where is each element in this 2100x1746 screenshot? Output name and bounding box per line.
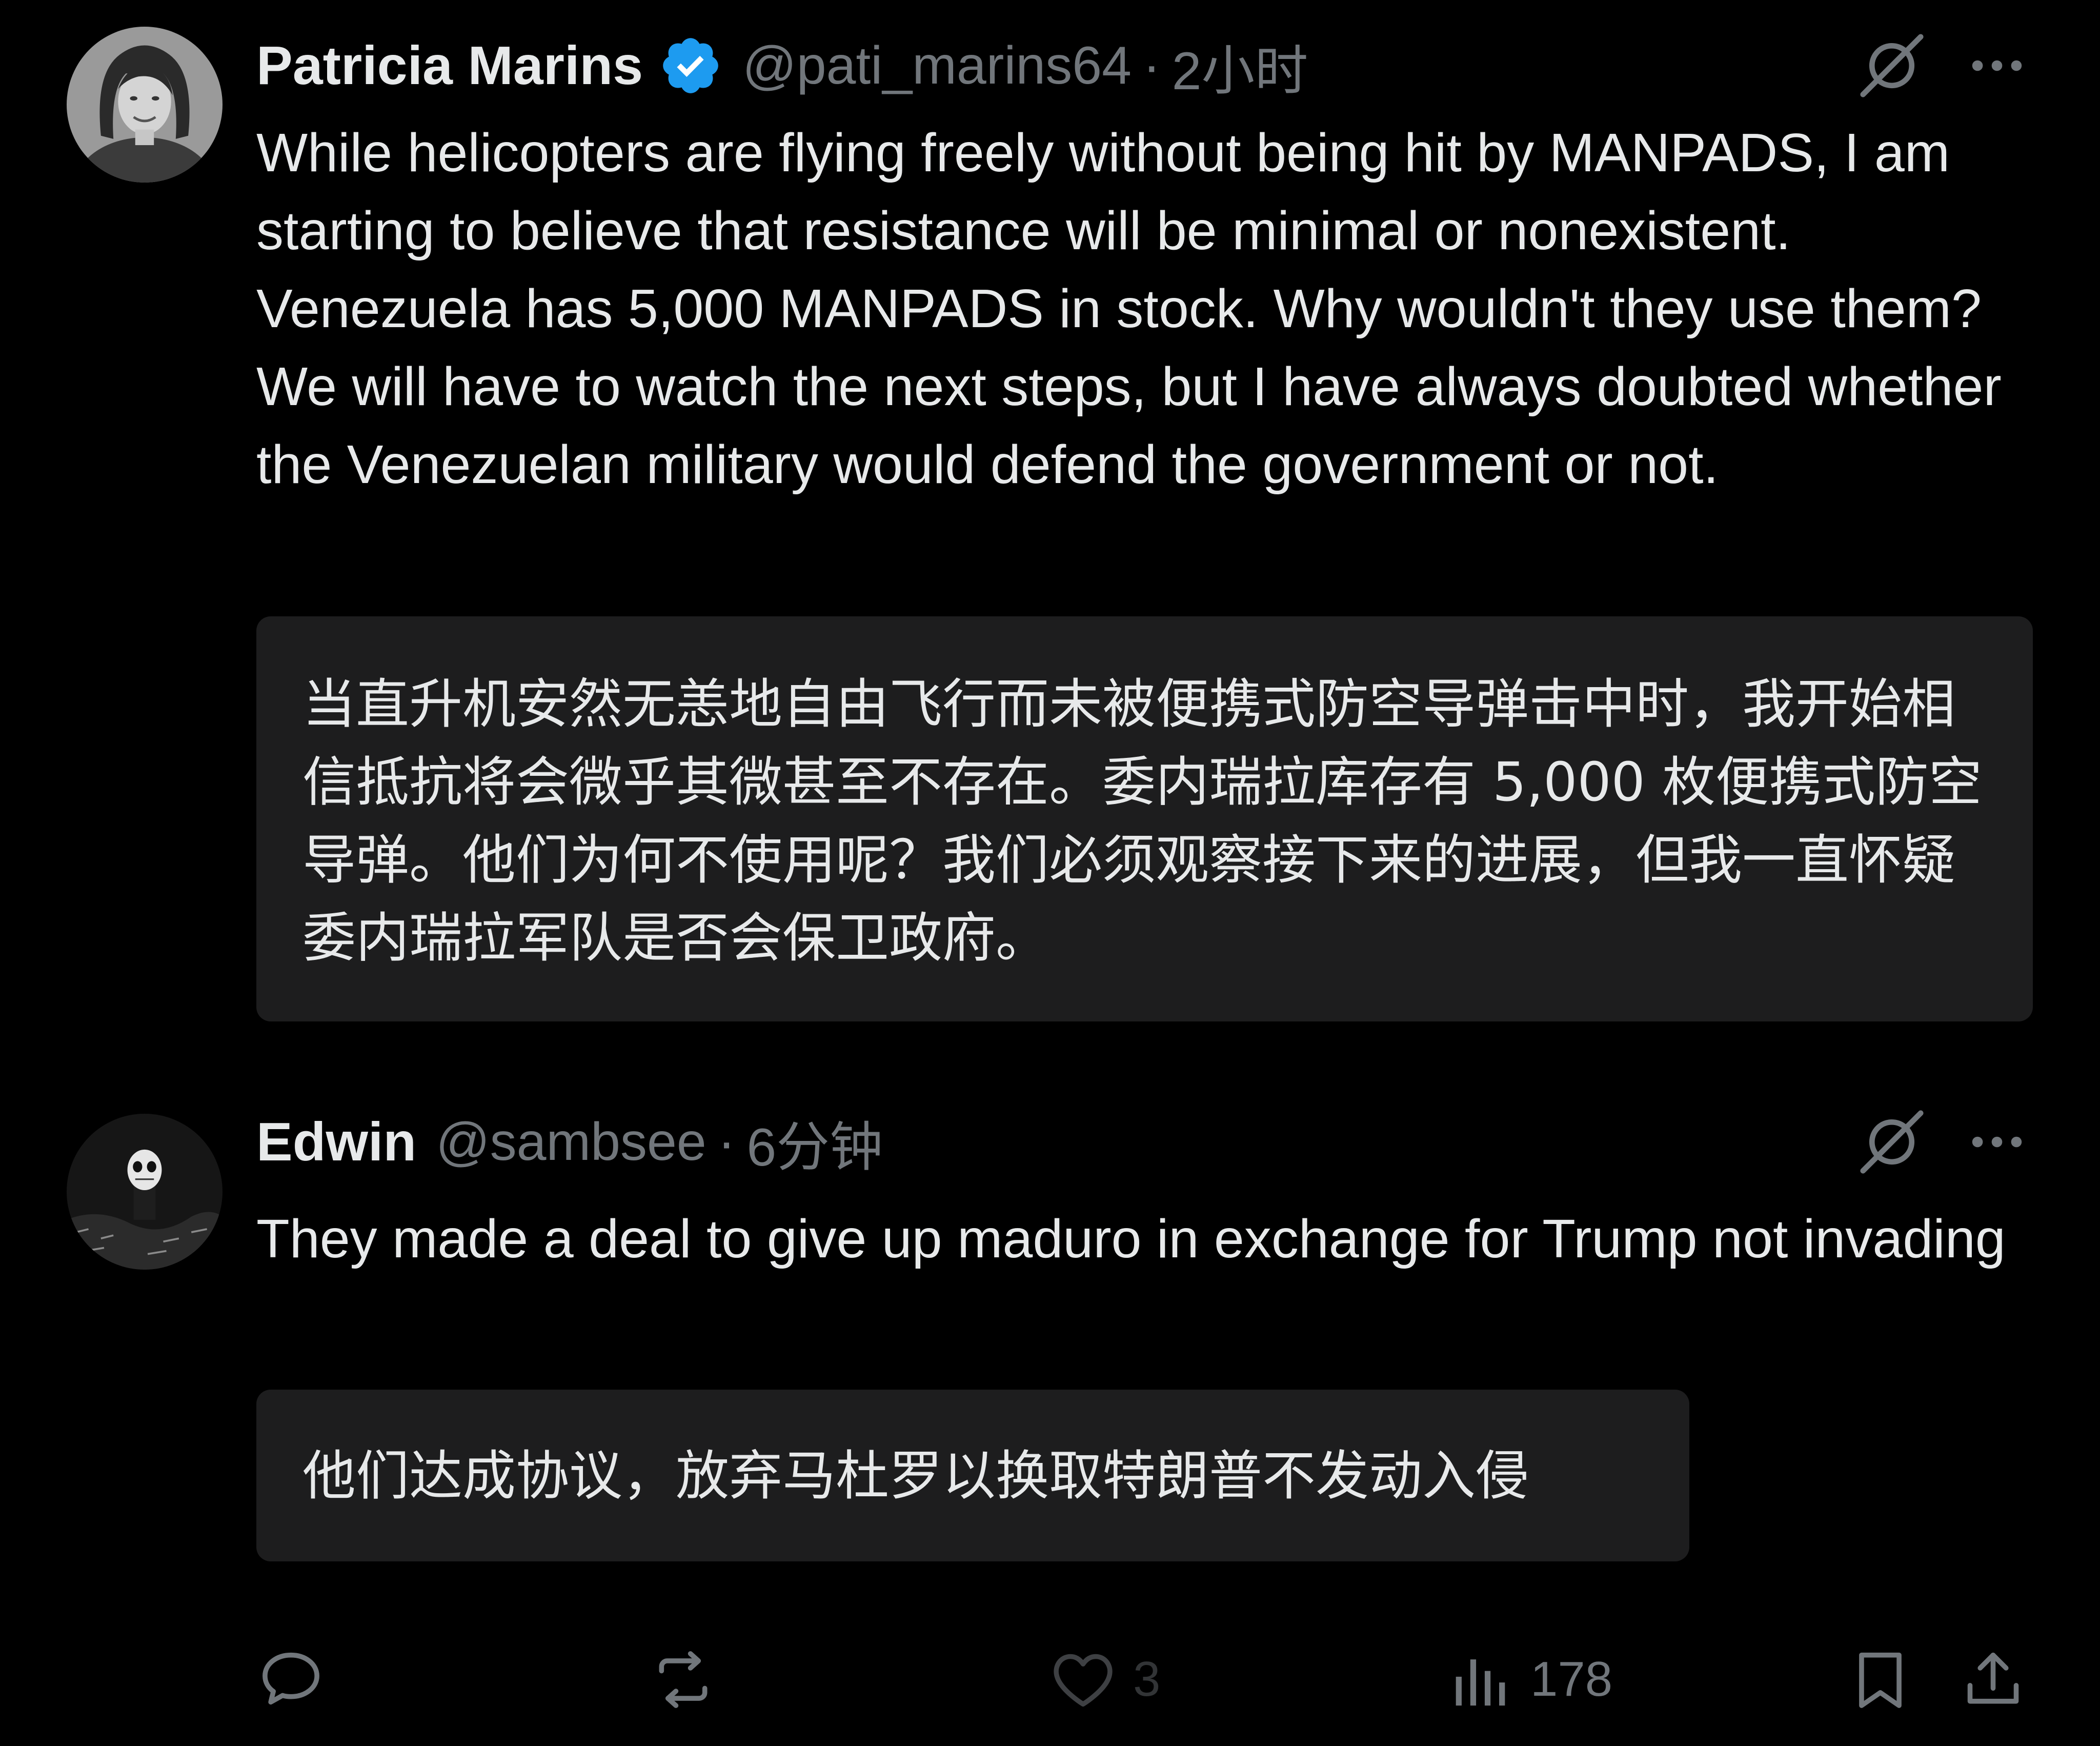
bookmark-button[interactable] [1846,1641,1915,1718]
tweet-header: Edwin @sambsee · 6分钟 [256,1103,883,1180]
display-name[interactable]: Edwin [256,1111,416,1173]
translation-text: 他们达成协议，放弃马杜罗以换取特朗普不发动入侵 [302,1444,1529,1507]
views-icon [1456,1659,1505,1705]
translation-box: 他们达成协议，放弃马杜罗以换取特朗普不发动入侵 [256,1390,1689,1561]
more-icon[interactable] [1964,1103,2030,1180]
timestamp[interactable]: 2小时 [1172,27,1308,105]
avatar[interactable] [67,27,223,183]
tweet-text: They made a deal to give up maduro in ex… [256,1209,2006,1269]
translation-box: 当直升机安然无恙地自由飞行而未被便携式防空导弹击中时，我开始相信抵抗将会微乎其微… [256,616,2033,1021]
display-name[interactable]: Patricia Marins [256,35,643,97]
share-button[interactable] [1958,1641,2028,1718]
timestamp[interactable]: 6分钟 [746,1103,883,1181]
figurine-avatar [67,1114,223,1270]
handle[interactable]: @pati_marins64 [742,35,1132,96]
repost-button[interactable] [649,1641,718,1718]
separator-dot: · [1142,35,1161,95]
reply-icon [262,1652,319,1704]
reply-button[interactable] [256,1641,326,1718]
views-button[interactable]: 178 [1446,1641,1612,1718]
grok-icon[interactable] [1853,1103,1930,1180]
tweet-text: While helicopters are flying freely with… [256,123,2002,495]
handle[interactable]: @sambsee [436,1112,706,1173]
translation-text: 当直升机安然无恙地自由飞行而未被便携式防空导弹击中时，我开始相信抵抗将会微乎其微… [302,673,1982,969]
views-count: 178 [1530,1652,1613,1707]
like-icon [1054,1654,1113,1707]
bookmark-icon [1859,1652,1902,1708]
separator-dot: · [717,1112,736,1172]
repost-icon [659,1651,708,1708]
tweet-header: Patricia Marins @pati_marins64 · 2小时 [256,27,1308,104]
woman-portrait-avatar [67,27,223,183]
like-count: 3 [1133,1652,1161,1707]
more-icon[interactable] [1964,27,2030,104]
share-icon [1967,1652,2019,1703]
like-button[interactable]: 3 [1048,1641,1160,1718]
action-bar: 3 178 [0,1641,2100,1718]
grok-icon[interactable] [1853,27,1930,104]
avatar[interactable] [67,1114,223,1270]
tweet-edwin[interactable]: Edwin @sambsee · 6分钟 They made a deal to… [0,1102,2100,1615]
tweet-patricia-marins[interactable]: Patricia Marins @pati_marins64 · 2小时 Whi… [0,0,2100,1051]
verified-badge-icon [658,33,723,98]
